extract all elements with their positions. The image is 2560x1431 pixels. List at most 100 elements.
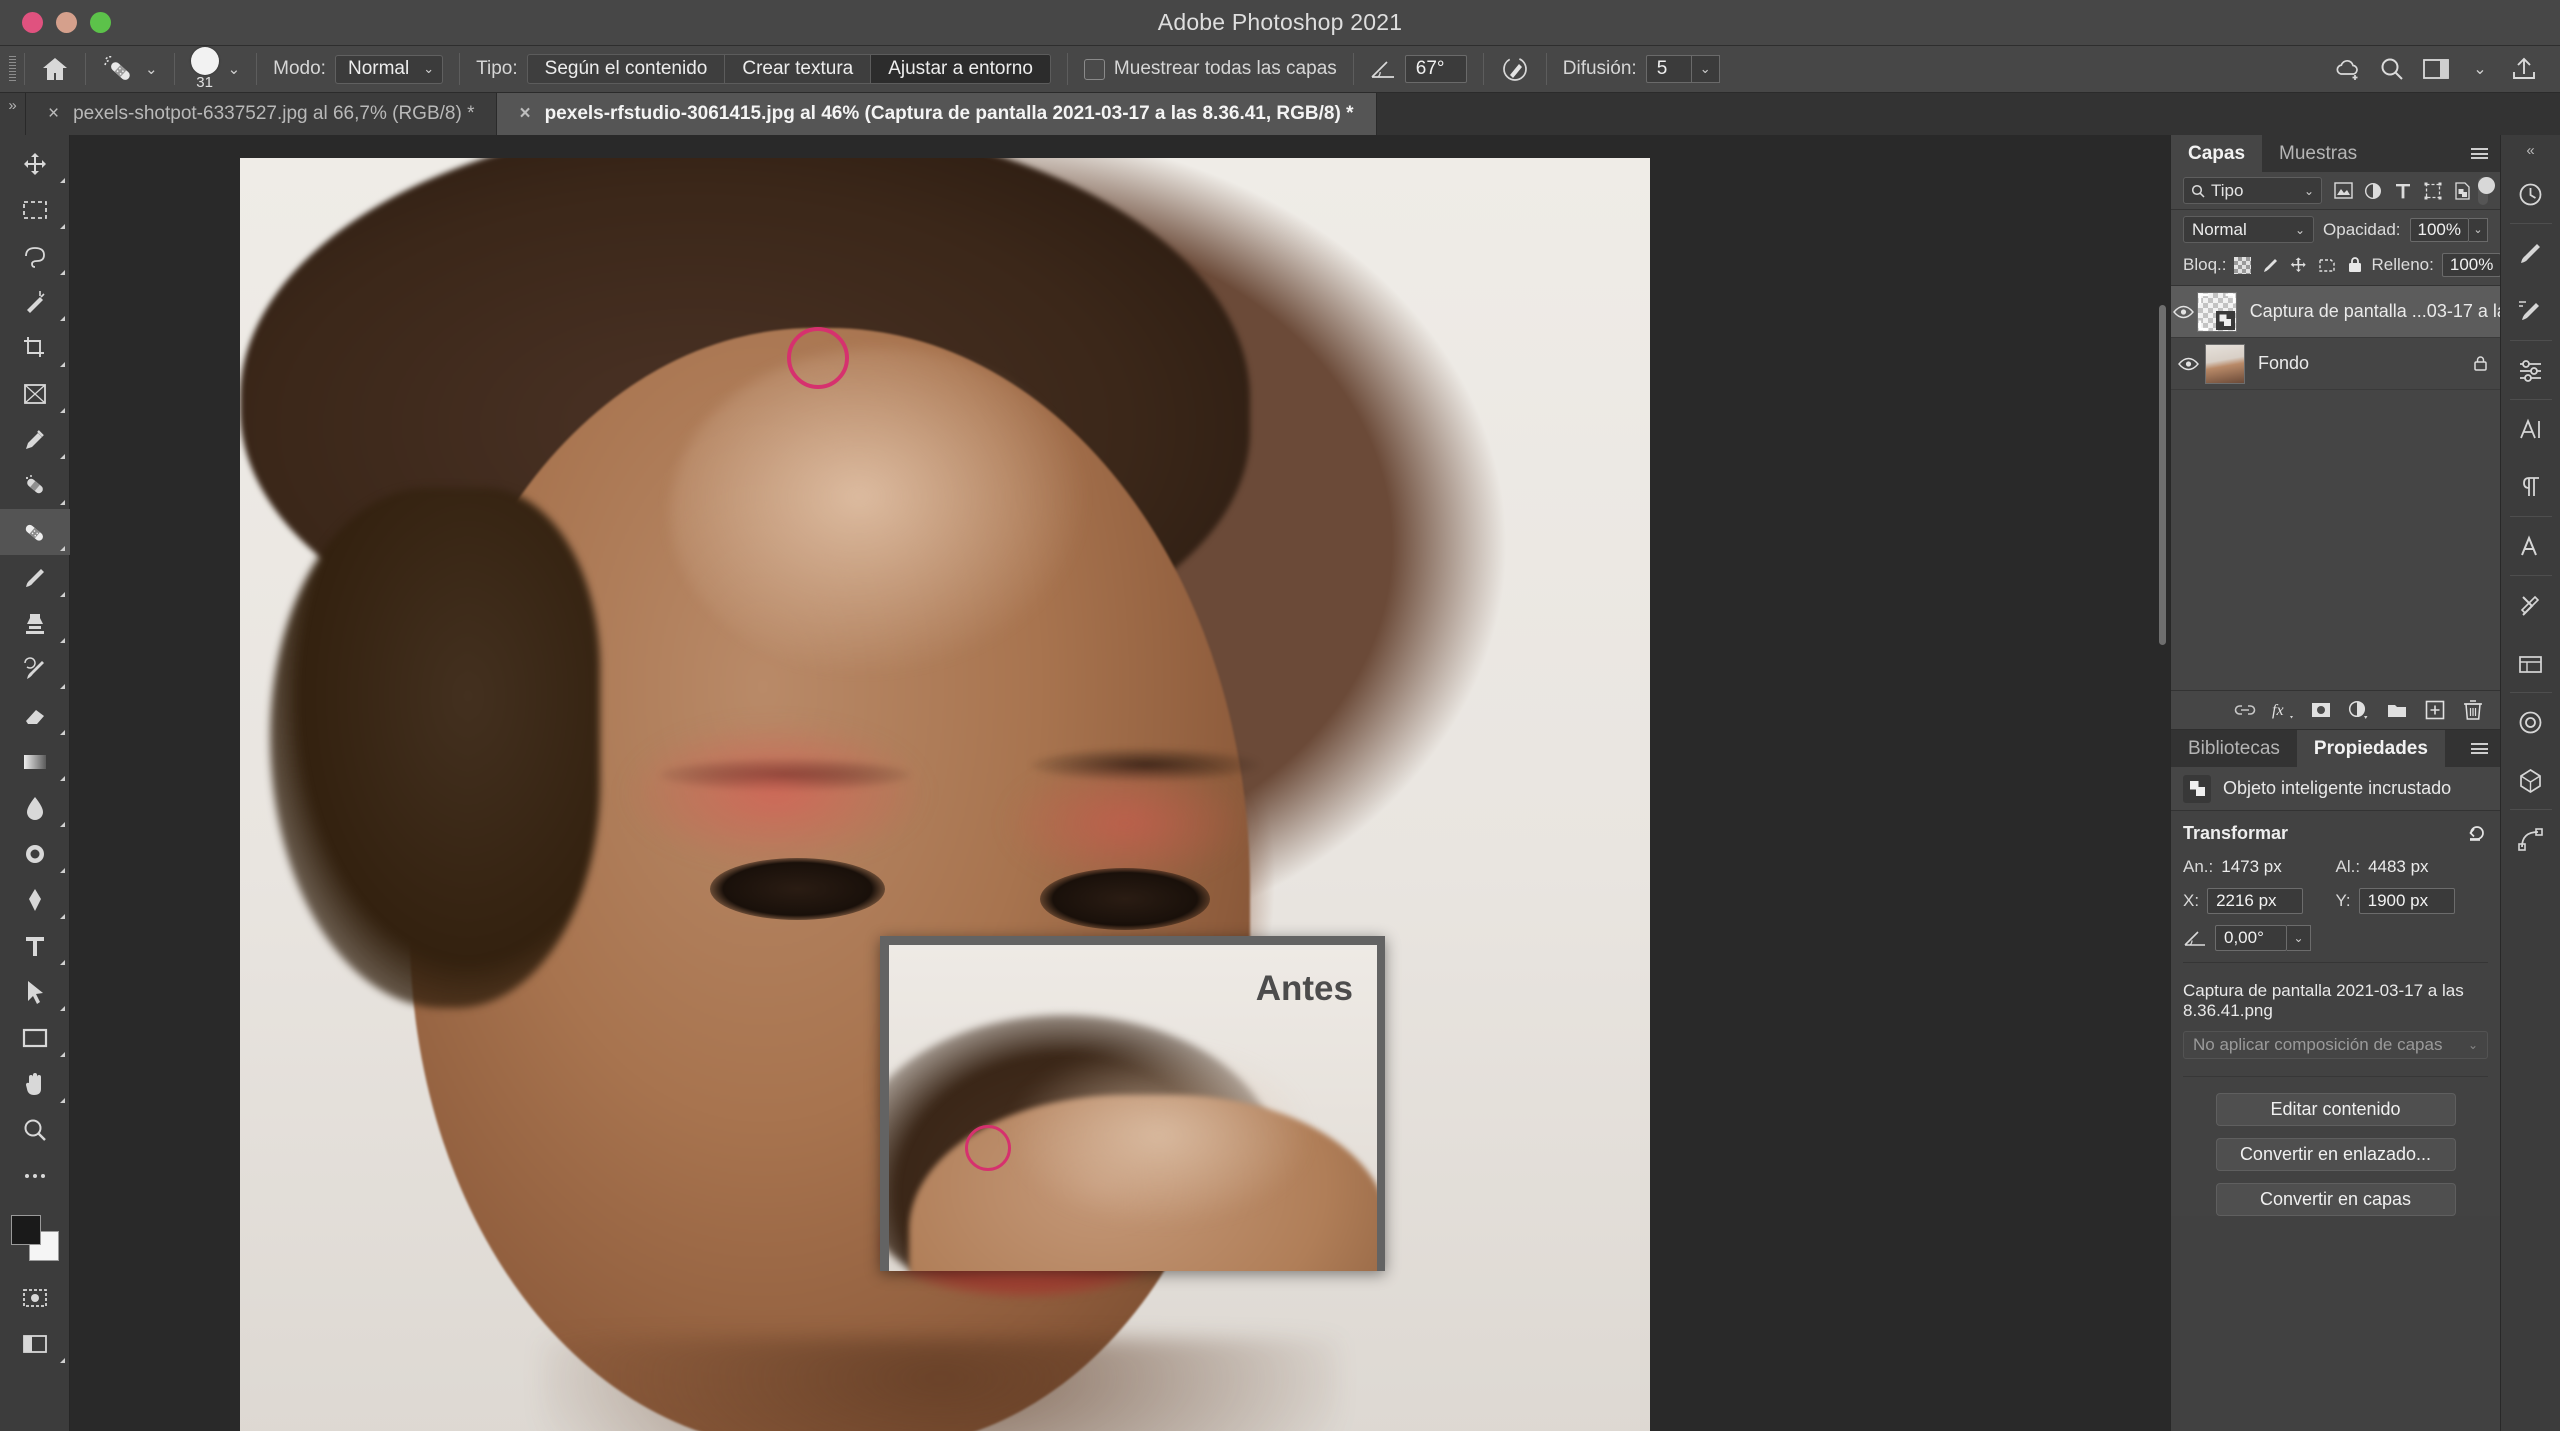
- sidebar-item-screen-mode[interactable]: [0, 1321, 70, 1367]
- sidebar-item-type-tool[interactable]: [0, 923, 70, 969]
- new-adjustment-layer-button[interactable]: [2340, 700, 2378, 720]
- layer-style-button[interactable]: fx: [2264, 699, 2302, 721]
- sidebar-item-crop-tool[interactable]: [0, 325, 70, 371]
- fill-input[interactable]: 100%: [2441, 253, 2502, 277]
- history-panel-button[interactable]: [2501, 165, 2560, 223]
- smart-object-filter-button[interactable]: [2448, 181, 2478, 200]
- adjustment-layer-filter-button[interactable]: [2358, 182, 2388, 200]
- sidebar-item-healing-brush-tool[interactable]: [0, 509, 70, 555]
- sidebar-item-object-select-tool[interactable]: [0, 279, 70, 325]
- layer-filter-enable-toggle[interactable]: [2478, 176, 2495, 205]
- adjustments-panel-button[interactable]: [2501, 341, 2560, 399]
- sidebar-item-blur-tool[interactable]: [0, 785, 70, 831]
- sidebar-item-dodge-tool[interactable]: [0, 831, 70, 877]
- tab-muestras[interactable]: Muestras: [2262, 135, 2375, 172]
- layer-thumbnail[interactable]: [2205, 343, 2245, 384]
- close-icon[interactable]: ×: [48, 103, 59, 125]
- options-bar-grip[interactable]: [0, 46, 24, 93]
- document-tab-2[interactable]: × pexels-rfstudio-3061415.jpg al 46% (Ca…: [497, 93, 1377, 135]
- workspace-switcher-button[interactable]: [2414, 46, 2458, 93]
- lock-all-button[interactable]: [2347, 256, 2363, 274]
- pixel-layer-filter-button[interactable]: [2328, 182, 2358, 199]
- sidebar-item-zoom-tool[interactable]: [0, 1107, 70, 1153]
- sidebar-item-move-tool[interactable]: [0, 141, 70, 187]
- tab-bar-collapse-button[interactable]: »: [0, 93, 26, 135]
- character-styles-panel-button[interactable]: [2501, 400, 2560, 458]
- new-layer-button[interactable]: [2416, 700, 2454, 720]
- type-layer-filter-button[interactable]: [2388, 182, 2418, 200]
- canvas-area[interactable]: Antes: [70, 135, 2170, 1431]
- paragraph-panel-button[interactable]: [2501, 458, 2560, 516]
- diffusion-input[interactable]: 5: [1645, 55, 1692, 83]
- shape-layer-filter-button[interactable]: [2418, 182, 2448, 200]
- layer-visibility-toggle[interactable]: [2171, 357, 2205, 371]
- sidebar-item-lasso-tool[interactable]: [0, 233, 70, 279]
- sample-all-layers-checkbox[interactable]: [1083, 58, 1105, 80]
- sidebar-item-eraser-tool[interactable]: [0, 693, 70, 739]
- sidebar-item-more-tools[interactable]: [0, 1153, 70, 1199]
- layer-row[interactable]: Fondo: [2171, 338, 2500, 390]
- tab-propiedades[interactable]: Propiedades: [2296, 730, 2445, 767]
- add-layer-mask-button[interactable]: [2302, 701, 2340, 719]
- close-icon[interactable]: ×: [519, 103, 530, 125]
- pressure-toggle[interactable]: [1484, 46, 1546, 93]
- patterns-panel-button[interactable]: [2501, 693, 2560, 751]
- angle-stepper[interactable]: ⌄: [2287, 925, 2311, 951]
- sidebar-item-path-selection-tool[interactable]: [0, 969, 70, 1015]
- lock-position-button[interactable]: [2290, 257, 2307, 274]
- link-layers-button[interactable]: [2226, 703, 2264, 717]
- sidebar-item-history-brush-tool[interactable]: [0, 647, 70, 693]
- tab-capas[interactable]: Capas: [2171, 135, 2263, 172]
- angle-input[interactable]: 0,00°: [2215, 925, 2287, 951]
- layer-comps-panel-button[interactable]: [2501, 634, 2560, 692]
- paths-panel-button[interactable]: [2501, 810, 2560, 868]
- angle-input[interactable]: 67°: [1404, 55, 1467, 83]
- sidebar-item-quick-mask[interactable]: [0, 1275, 70, 1321]
- foreground-color-swatch[interactable]: [10, 1215, 41, 1245]
- home-button[interactable]: [25, 46, 85, 93]
- new-group-button[interactable]: [2378, 701, 2416, 719]
- layers-panel-menu-button[interactable]: [2459, 135, 2500, 172]
- layer-blend-mode-select[interactable]: Normal ⌄: [2183, 216, 2315, 243]
- lock-image-pixels-button[interactable]: [2262, 257, 2279, 274]
- brush-preset-picker[interactable]: 31 ⌄: [175, 46, 257, 93]
- delete-layer-button[interactable]: [2454, 699, 2492, 721]
- sidebar-item-eyedropper-tool[interactable]: [0, 417, 70, 463]
- actions-panel-button[interactable]: [2501, 576, 2560, 634]
- opacity-input[interactable]: 100%: [2409, 217, 2469, 242]
- type-option-create-texture[interactable]: Crear textura: [725, 55, 872, 83]
- sidebar-item-shape-tool[interactable]: [0, 1015, 70, 1061]
- sidebar-item-gradient-tool[interactable]: [0, 739, 70, 785]
- layer-row[interactable]: Captura de pantalla ...03-17 a las 8.36.…: [2171, 286, 2500, 338]
- sample-all-layers-group[interactable]: Muestrear todas las capas: [1068, 46, 1353, 93]
- current-tool-preset[interactable]: ⌄: [86, 46, 174, 93]
- sidebar-item-spot-healing-brush-tool[interactable]: [0, 463, 70, 509]
- document-tab-1[interactable]: × pexels-shotpot-6337527.jpg al 66,7% (R…: [26, 93, 498, 135]
- opacity-stepper[interactable]: ⌄: [2469, 217, 2488, 242]
- sidebar-item-brush-tool[interactable]: [0, 555, 70, 601]
- glyphs-panel-button[interactable]: [2501, 517, 2560, 575]
- type-option-proximity-match[interactable]: Ajustar a entorno: [871, 55, 1050, 83]
- document-canvas[interactable]: Antes: [240, 158, 1650, 1431]
- canvas-vertical-scrollbar[interactable]: [2159, 305, 2166, 645]
- edit-contents-button[interactable]: Editar contenido: [2215, 1093, 2456, 1126]
- mode-select[interactable]: Normal ⌄: [334, 54, 444, 84]
- properties-panel-menu-button[interactable]: [2459, 730, 2500, 767]
- y-input[interactable]: 1900 px: [2358, 888, 2455, 914]
- layer-filter-select[interactable]: Tipo ⌄: [2183, 177, 2322, 204]
- sidebar-item-frame-tool[interactable]: [0, 371, 70, 417]
- 3d-panel-button[interactable]: [2501, 751, 2560, 809]
- sidebar-item-clone-stamp-tool[interactable]: [0, 601, 70, 647]
- brush-settings-panel-button[interactable]: [2501, 282, 2560, 340]
- sidebar-item-pen-tool[interactable]: [0, 877, 70, 923]
- convert-to-layers-button[interactable]: Convertir en capas: [2215, 1183, 2456, 1216]
- lock-transparent-pixels-icon[interactable]: [2234, 256, 2252, 274]
- sidebar-item-rectangular-select-tool[interactable]: [0, 187, 70, 233]
- layer-thumbnail[interactable]: [2196, 291, 2237, 332]
- layer-visibility-toggle[interactable]: [2171, 305, 2197, 319]
- type-option-content-aware[interactable]: Según el contenido: [528, 55, 726, 83]
- rail-collapse-button[interactable]: «: [2501, 135, 2560, 165]
- lock-artboard-button[interactable]: [2318, 257, 2336, 274]
- brushes-panel-button[interactable]: [2501, 224, 2560, 282]
- share-cloud-button[interactable]: [2326, 46, 2370, 93]
